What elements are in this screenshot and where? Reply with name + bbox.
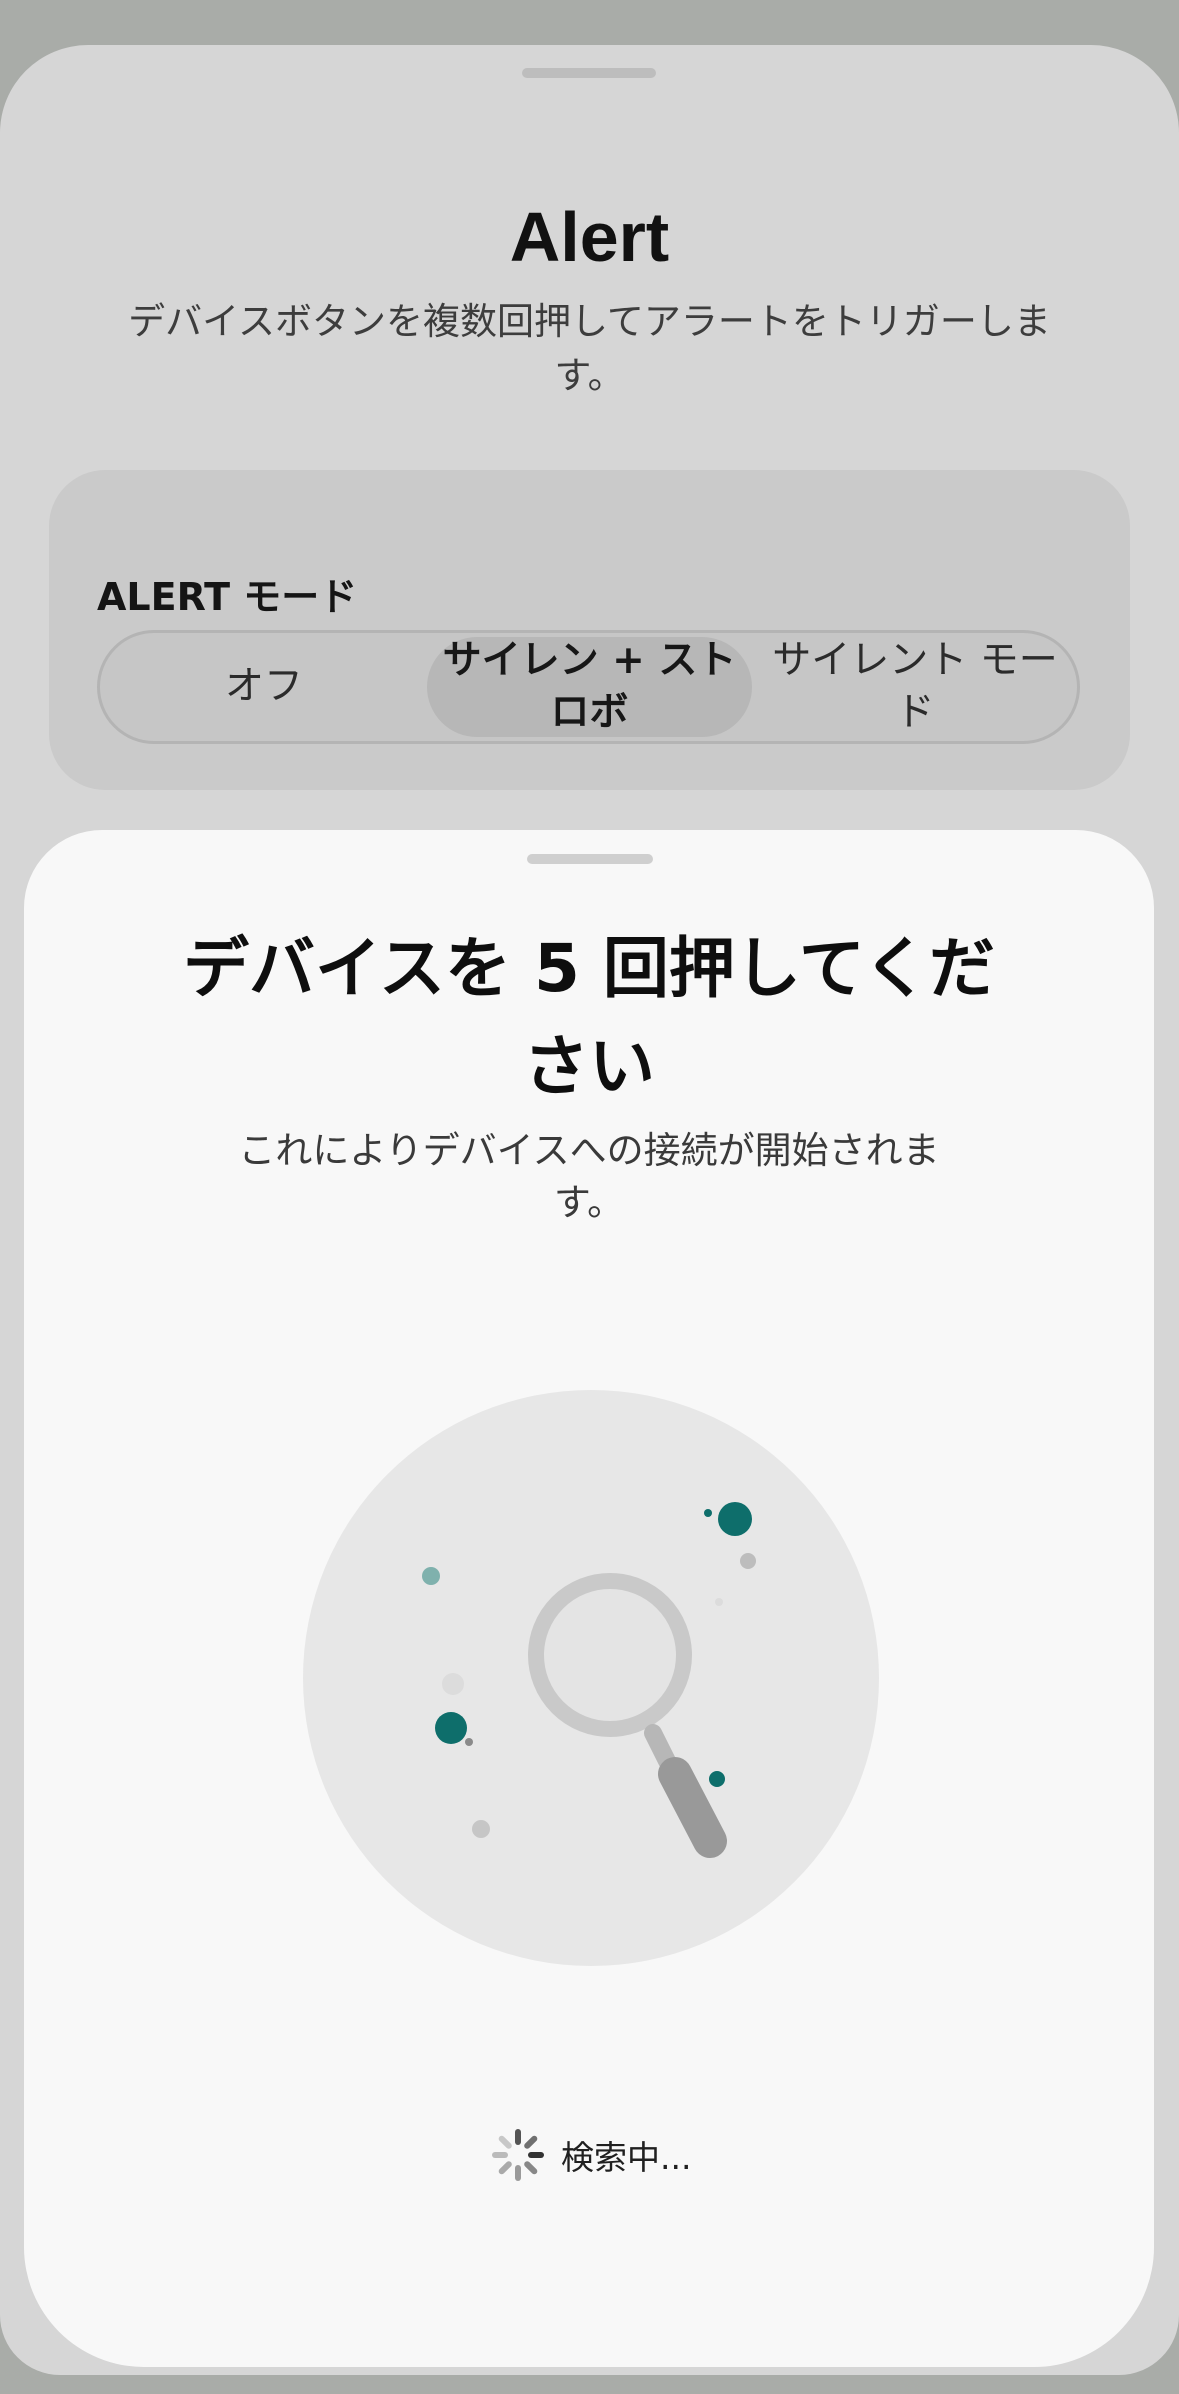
search-status-label: 検索中...: [561, 2138, 692, 2177]
page-title: Alert: [509, 198, 670, 276]
sheet-drag-handle[interactable]: [522, 68, 656, 78]
spinner-icon: [492, 2129, 544, 2181]
device-pairing-sheet: デバイスを 5 回押してください これによりデバイスへの接続が開始されます。 検…: [24, 830, 1154, 2367]
pairing-subtitle: これによりデバイスへの接続が開始されます。: [238, 1129, 940, 1224]
alert-mode-segmented-control: オフ サイレン + ストロボ サイレント モード: [97, 630, 1080, 744]
sheet-drag-handle[interactable]: [527, 854, 653, 864]
search-status: 検索中...: [489, 2125, 691, 2185]
alert-mode-card: ALERT モード オフ サイレン + ストロボ サイレント モード: [49, 470, 1130, 790]
segment-off[interactable]: オフ: [104, 637, 424, 737]
pairing-title: デバイスを 5 回押してください: [183, 930, 995, 1105]
device-search-illustration: [303, 1390, 879, 1966]
page-subtitle: デバイスボタンを複数回押してアラートをトリガーします。: [128, 300, 1051, 397]
alert-mode-label: ALERT モード: [97, 575, 358, 619]
segment-siren-strobe[interactable]: サイレン + ストロボ: [427, 637, 752, 737]
segment-silent-mode[interactable]: サイレント モード: [755, 637, 1075, 737]
